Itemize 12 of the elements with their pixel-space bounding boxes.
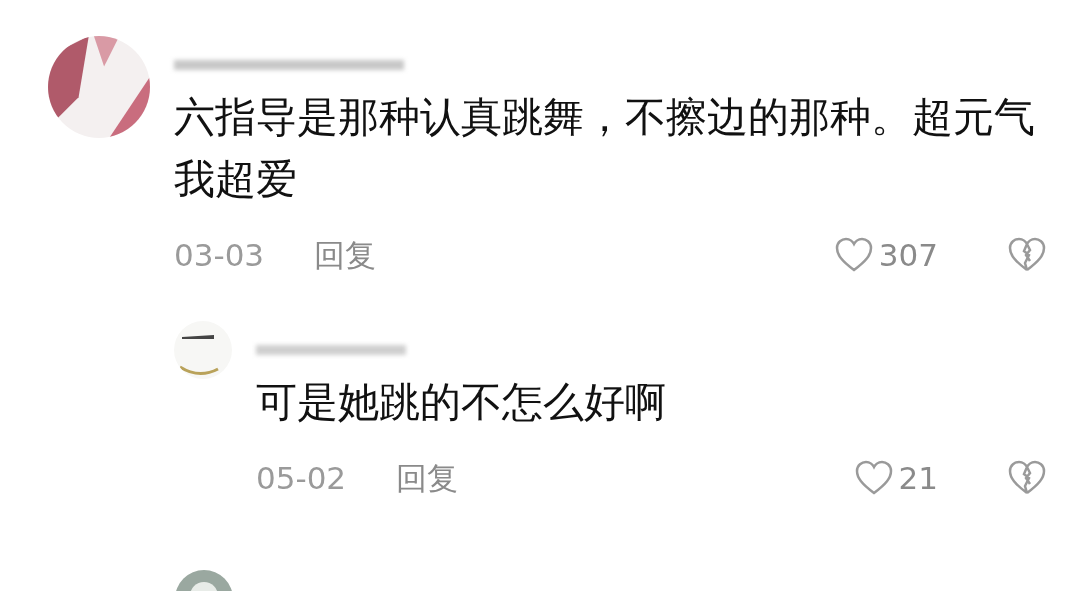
comment-text: 可是她跳的不怎么好啊 [256,376,667,428]
broken-heart-icon[interactable] [1008,459,1046,496]
reply-link[interactable]: 回复 [314,232,377,279]
like-count: 307 [878,236,938,275]
like-count: 21 [898,458,938,498]
comment-date: 03-03 [174,236,265,275]
comment-date: 05-02 [256,458,347,498]
comment-text: 六指导是那种认真跳舞，不擦边的那种。超元气我超爱 [174,92,1036,205]
reply-link[interactable]: 回复 [396,454,459,501]
heart-icon[interactable] [854,459,893,496]
heart-icon[interactable] [834,237,873,274]
broken-heart-icon[interactable] [1008,237,1046,274]
